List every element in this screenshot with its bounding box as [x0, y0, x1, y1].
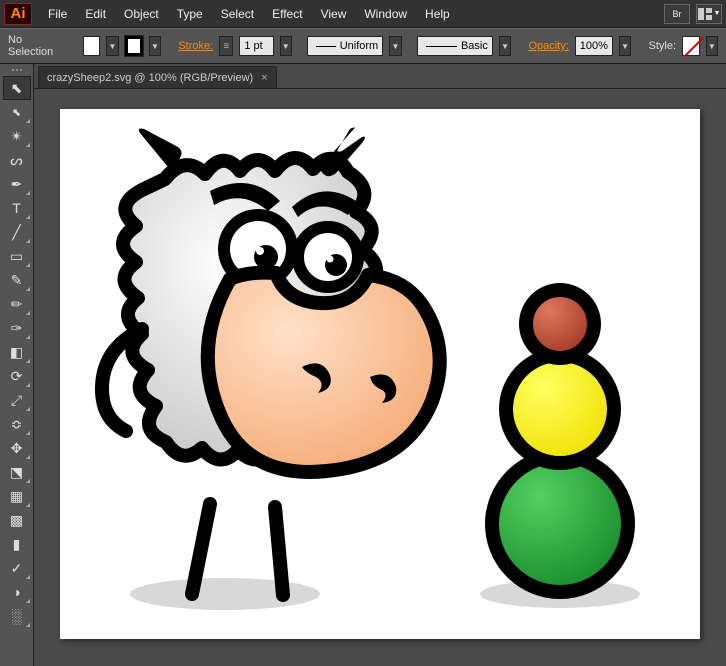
mesh-tool[interactable]: ▩	[3, 508, 31, 532]
graphic-style-swatch[interactable]	[682, 36, 700, 56]
opacity-dropdown[interactable]: ▼	[619, 36, 631, 56]
sheep-ear-left	[139, 129, 182, 168]
document-tab[interactable]: crazySheep2.svg @ 100% (RGB/Preview) ×	[38, 66, 277, 88]
flyout-indicator-icon	[26, 623, 30, 627]
selection-status: No Selection	[8, 34, 62, 58]
grid-icon	[698, 8, 712, 20]
eye-left-highlight	[256, 247, 264, 255]
workspace: ⬉⬉✴ᔕ✒T╱▭✎✏✑◧⟳⤢≎✥⬔▦▩▮✓◑░ crazySheep2.svg …	[0, 64, 726, 666]
sheep-leg-right	[275, 507, 283, 595]
menu-bar: Ai File Edit Object Type Select Effect V…	[0, 0, 726, 28]
type-tool[interactable]: T	[3, 196, 31, 220]
stroke-weight-dropdown[interactable]: ▼	[280, 36, 292, 56]
ball-green	[492, 456, 628, 592]
ball-red	[526, 290, 594, 358]
tool-panel: ⬉⬉✴ᔕ✒T╱▭✎✏✑◧⟳⤢≎✥⬔▦▩▮✓◑░	[0, 64, 34, 666]
blend-tool[interactable]: ◑	[3, 580, 31, 604]
flyout-indicator-icon	[26, 407, 30, 411]
stroke-swatch[interactable]	[125, 36, 143, 56]
menu-effect[interactable]: Effect	[264, 3, 310, 25]
flyout-indicator-icon	[26, 431, 30, 435]
canvas-viewport[interactable]	[34, 88, 726, 666]
variable-width-profile[interactable]: Uniform	[307, 36, 383, 56]
menu-select[interactable]: Select	[213, 3, 262, 25]
menu-object[interactable]: Object	[116, 3, 167, 25]
brush-dropdown[interactable]: ▼	[499, 36, 511, 56]
magic-wand-tool[interactable]: ✴	[3, 124, 31, 148]
stroke-dropdown[interactable]: ▼	[149, 36, 161, 56]
style-label: Style:	[649, 40, 677, 52]
brush-label: Basic	[461, 40, 488, 52]
flyout-indicator-icon	[26, 599, 30, 603]
profile-dropdown[interactable]: ▼	[389, 36, 401, 56]
direct-selection-tool[interactable]: ⬉	[3, 100, 31, 124]
scale-tool[interactable]: ⤢	[3, 388, 31, 412]
pencil-tool[interactable]: ✏	[3, 292, 31, 316]
symbol-sprayer-tool[interactable]: ░	[3, 604, 31, 628]
eraser-tool[interactable]: ◧	[3, 340, 31, 364]
flyout-indicator-icon	[26, 503, 30, 507]
width-tool[interactable]: ≎	[3, 412, 31, 436]
panel-grip-icon[interactable]	[2, 66, 32, 74]
menu-view[interactable]: View	[313, 3, 355, 25]
flyout-indicator-icon	[26, 119, 30, 123]
eye-right-highlight	[327, 256, 334, 263]
sheep-shadow	[130, 578, 320, 610]
shape-builder-tool[interactable]: ⬔	[3, 460, 31, 484]
flyout-indicator-icon	[26, 479, 30, 483]
blob-brush-tool[interactable]: ✑	[3, 316, 31, 340]
stroke-stepper-icon[interactable]: ≡	[219, 36, 233, 56]
perspective-tool[interactable]: ▦	[3, 484, 31, 508]
menu-edit[interactable]: Edit	[77, 3, 114, 25]
flyout-indicator-icon	[26, 143, 30, 147]
flyout-indicator-icon	[26, 335, 30, 339]
document-area: crazySheep2.svg @ 100% (RGB/Preview) ×	[34, 64, 726, 666]
flyout-indicator-icon	[26, 263, 30, 267]
selection-tool[interactable]: ⬉	[3, 76, 31, 100]
tab-label: crazySheep2.svg @ 100% (RGB/Preview)	[47, 72, 253, 84]
paintbrush-tool[interactable]: ✎	[3, 268, 31, 292]
fill-swatch[interactable]	[83, 36, 101, 56]
rotate-tool[interactable]: ⟳	[3, 364, 31, 388]
document-tabs: crazySheep2.svg @ 100% (RGB/Preview) ×	[34, 64, 726, 88]
stroke-label[interactable]: Stroke:	[178, 40, 213, 52]
fill-dropdown[interactable]: ▼	[106, 36, 118, 56]
ball-yellow	[506, 355, 614, 463]
flyout-indicator-icon	[26, 239, 30, 243]
control-bar: No Selection ▼ ▼ Stroke: ≡ 1 pt ▼ Unifor…	[0, 28, 726, 64]
bridge-button[interactable]: Br	[664, 4, 690, 24]
profile-label: Uniform	[340, 40, 379, 52]
menu-window[interactable]: Window	[356, 3, 415, 25]
tab-close-button[interactable]: ×	[261, 72, 267, 84]
menu-help[interactable]: Help	[417, 3, 458, 25]
flyout-indicator-icon	[26, 311, 30, 315]
brush-definition[interactable]: Basic	[417, 36, 493, 56]
flyout-indicator-icon	[26, 383, 30, 387]
menu-file[interactable]: File	[40, 3, 75, 25]
style-dropdown[interactable]: ▼	[706, 36, 718, 56]
eyedropper-tool[interactable]: ✓	[3, 556, 31, 580]
flyout-indicator-icon	[26, 287, 30, 291]
artwork-svg	[60, 109, 700, 639]
menu-type[interactable]: Type	[169, 3, 211, 25]
flyout-indicator-icon	[26, 359, 30, 363]
opacity-input[interactable]: 100%	[575, 36, 613, 56]
rectangle-tool[interactable]: ▭	[3, 244, 31, 268]
flyout-indicator-icon	[26, 575, 30, 579]
opacity-label[interactable]: Opacity:	[528, 40, 568, 52]
profile-line-icon	[316, 46, 335, 47]
flyout-indicator-icon	[26, 215, 30, 219]
lasso-tool[interactable]: ᔕ	[3, 148, 31, 172]
stroke-weight-input[interactable]: 1 pt	[239, 36, 273, 56]
artboard[interactable]	[60, 109, 700, 639]
gradient-tool[interactable]: ▮	[3, 532, 31, 556]
brush-line-icon	[426, 46, 457, 47]
arrange-docs-button[interactable]: ▼	[696, 4, 722, 24]
flyout-indicator-icon	[26, 455, 30, 459]
free-transform-tool[interactable]: ✥	[3, 436, 31, 460]
pen-tool[interactable]: ✒	[3, 172, 31, 196]
flyout-indicator-icon	[26, 191, 30, 195]
app-logo: Ai	[4, 3, 32, 25]
line-tool[interactable]: ╱	[3, 220, 31, 244]
